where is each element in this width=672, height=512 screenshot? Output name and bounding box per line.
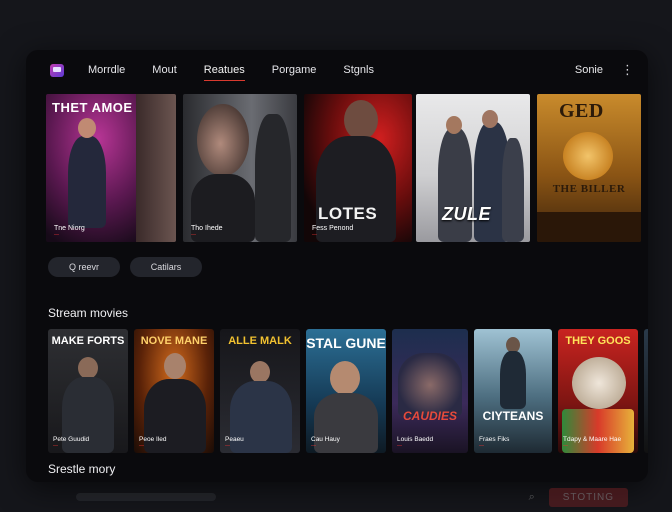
figure-side-face <box>136 94 176 242</box>
poster-title: CIYTEANS <box>482 409 544 423</box>
hero-caption: Tho Ihede <box>191 225 223 232</box>
dog-head <box>572 357 626 409</box>
poster-subcaption: — <box>225 443 230 449</box>
figure-body <box>500 351 526 409</box>
nav-item-4[interactable]: Porgame <box>272 64 317 76</box>
app-logo-icon[interactable] <box>50 63 64 77</box>
hero-title: LOTES <box>318 204 378 223</box>
kebab-menu-icon[interactable]: ⋮ <box>621 62 634 78</box>
search-icon[interactable]: ⌕ <box>529 491 535 504</box>
poster-caption: Cau Hauy <box>311 436 340 443</box>
figure-head <box>78 118 96 138</box>
hero-caption: Fess Penond <box>312 225 354 232</box>
hero-card-5[interactable]: GED THE BILLER <box>537 94 641 242</box>
figure-head <box>164 353 186 379</box>
hero-title: THET AMOE <box>52 100 133 115</box>
figure-head <box>250 361 270 383</box>
poster-title: STAL GUNE <box>306 335 386 351</box>
poster-title: CAUDIES <box>402 409 457 423</box>
figure-head <box>344 100 378 140</box>
poster-card-1[interactable]: MAKE FORTS Pete Guudid — <box>48 329 128 453</box>
placeholder-bar <box>76 493 216 501</box>
top-navigation: Morrdle Mout Reatues Porgame Stgnls Soni… <box>26 50 648 90</box>
poster-row: MAKE FORTS Pete Guudid — NOVE MANE Peoe … <box>48 329 648 453</box>
moon-shape <box>563 132 613 180</box>
figure-center-head <box>482 110 498 128</box>
hero-title-bottom: THE BILLER <box>552 183 626 195</box>
hero-subcaption: — <box>191 232 196 238</box>
hero-subcaption: — <box>54 232 59 238</box>
figure-silhouette <box>68 136 106 228</box>
hero-caption: Tne Niorg <box>54 225 85 232</box>
poster-caption: Louis Baedd <box>397 436 434 443</box>
poster-card-4[interactable]: STAL GUNE Cau Hauy — <box>306 329 386 453</box>
signin-link[interactable]: Sonie <box>575 64 603 76</box>
hero-card-3[interactable]: LOTES Fess Penond — <box>304 94 412 242</box>
poster-card-2[interactable]: NOVE MANE Peoe Iled — <box>134 329 214 453</box>
search-pill[interactable]: Q reevr <box>48 257 120 277</box>
city-silhouette <box>537 212 641 242</box>
poster-caption: Fraes Fiks <box>479 436 510 443</box>
hero-card-4[interactable]: ZULE <box>416 94 530 242</box>
poster-caption: Tdapy & Maare Hae <box>563 436 622 443</box>
poster-card-6[interactable]: CIYTEANS Fraes Fiks — <box>474 329 552 453</box>
poster-caption: Peoe Iled <box>139 436 167 443</box>
figure-back <box>255 114 291 242</box>
categories-pill[interactable]: Catilars <box>130 257 202 277</box>
poster-card-7[interactable]: THEY GOOS Tdapy & Maare Hae — <box>558 329 638 453</box>
group-figures <box>398 353 462 417</box>
poster-card-3[interactable]: ALLE MALK Peaeu — <box>220 329 300 453</box>
start-button[interactable]: STOTING <box>548 487 628 507</box>
filter-pills: Q reevr Catilars <box>48 257 202 277</box>
hero-card-1[interactable]: THET AMOE Tne Niorg — <box>46 94 176 242</box>
poster-subcaption: — <box>479 443 484 449</box>
poster-title: ALLE MALK <box>228 335 292 347</box>
poster-subcaption: — <box>311 443 316 449</box>
hero-title-top: GED <box>559 100 604 122</box>
nav-item-1[interactable]: Morrdle <box>88 64 125 76</box>
nav-item-5[interactable]: Stgnls <box>343 64 374 76</box>
poster-title: THEY GOOS <box>565 335 631 347</box>
bottom-bar: ⌕ STOTING <box>26 486 648 508</box>
toy-shapes <box>562 409 634 453</box>
poster-title: NOVE MANE <box>140 335 208 347</box>
pill-label: Q reevr <box>68 262 99 272</box>
figure-body <box>314 393 378 453</box>
poster-subcaption: — <box>397 443 402 449</box>
section-title-stream: Stream movies <box>48 306 129 320</box>
hero-card-2[interactable]: Tho Ihede — <box>183 94 297 242</box>
poster-title: MAKE FORTS <box>51 335 125 347</box>
hero-subcaption: — <box>312 232 317 238</box>
nav-item-3-active[interactable]: Reatues <box>203 64 245 81</box>
poster-subcaption: — <box>139 443 144 449</box>
poster-card-8-partial[interactable] <box>644 329 648 453</box>
app-window: Morrdle Mout Reatues Porgame Stgnls Soni… <box>26 50 648 482</box>
figure-head <box>78 357 98 379</box>
section-title-second: Srestle mory <box>48 462 116 476</box>
poster-card-5[interactable]: CAUDIES Louis Baedd — <box>392 329 468 453</box>
figure-face <box>197 104 249 176</box>
poster-subcaption: — <box>53 443 58 449</box>
poster-subcaption: — <box>563 443 568 449</box>
nav-item-2[interactable]: Mout <box>152 64 176 76</box>
hero-carousel: THET AMOE Tne Niorg — Tho Ihede — LOTES … <box>46 94 646 242</box>
figure-head <box>330 361 360 395</box>
figure-left-head <box>446 116 462 134</box>
hero-title: ZULE <box>442 204 491 224</box>
pill-label: Catilars <box>150 262 182 272</box>
poster-caption: Peaeu <box>225 436 244 443</box>
figure-right <box>502 138 524 242</box>
poster-caption: Pete Guudid <box>53 436 90 443</box>
